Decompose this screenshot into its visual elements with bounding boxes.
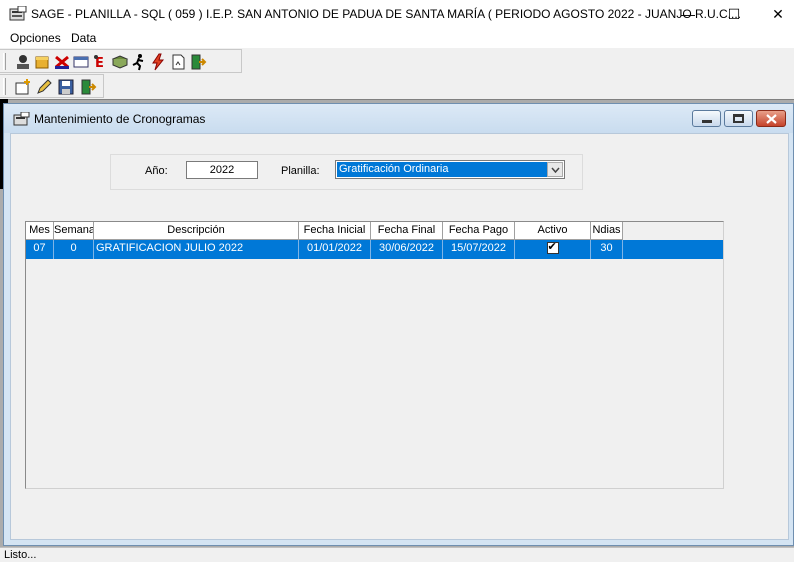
menu-bar: Opciones Data [0, 28, 794, 48]
cell-ndias[interactable]: 30 [591, 240, 623, 259]
menu-data[interactable]: Data [71, 31, 96, 45]
row-filler [623, 240, 723, 259]
menu-opciones[interactable]: Opciones [10, 31, 61, 45]
child-window-title: Mantenimiento de Cronogramas [34, 112, 206, 126]
user-search-icon[interactable] [14, 53, 32, 71]
column-header-fecha-final[interactable]: Fecha Final [371, 222, 443, 240]
maximize-button[interactable]: ☐ [711, 0, 757, 28]
child-window-icon [13, 112, 30, 126]
edit-pencil-icon[interactable] [35, 78, 53, 96]
title-bar: SAGE - PLANILLA - SQL ( 059 ) I.E.P. SAN… [0, 0, 794, 28]
document-icon[interactable] [169, 53, 187, 71]
delete-icon[interactable] [53, 53, 71, 71]
exit-door-icon[interactable] [79, 78, 97, 96]
column-header-fecha-pago[interactable]: Fecha Pago [443, 222, 515, 240]
save-icon[interactable] [57, 78, 75, 96]
column-header-ndias[interactable]: Ndias [591, 222, 623, 240]
cell-activo[interactable]: ✔ [515, 240, 591, 259]
cell-fecha-final[interactable]: 30/06/2022 [371, 240, 443, 259]
book-icon[interactable] [111, 53, 129, 71]
child-title-bar[interactable]: Mantenimiento de Cronogramas [4, 104, 793, 133]
child-restore-button[interactable] [724, 110, 753, 127]
toolbar-grip[interactable] [3, 53, 6, 70]
cell-fecha-pago[interactable]: 15/07/2022 [443, 240, 515, 259]
child-minimize-button[interactable] [692, 110, 721, 127]
edit-toolbar [0, 74, 104, 98]
child-client-area: Año: 2022 Planilla: Gratificación Ordina… [10, 133, 789, 540]
lightning-icon[interactable] [149, 53, 167, 71]
cell-fecha-inicial[interactable]: 01/01/2022 [299, 240, 371, 259]
toolbar-grip[interactable] [3, 78, 6, 95]
child-close-button[interactable] [756, 110, 786, 127]
year-input[interactable]: 2022 [186, 161, 258, 179]
activo-checkbox[interactable]: ✔ [546, 241, 559, 254]
form-icon[interactable] [72, 53, 90, 71]
column-header-fecha-inicial[interactable]: Fecha Inicial [299, 222, 371, 240]
year-label: Año: [145, 165, 168, 177]
column-header-semana[interactable]: Semana [54, 222, 94, 240]
exit-person-icon[interactable]: E [92, 53, 110, 71]
exit-door-icon[interactable] [189, 53, 207, 71]
chevron-down-icon [551, 167, 560, 173]
cell-semana[interactable]: 0 [54, 240, 94, 259]
status-bar: Listo... [0, 547, 794, 562]
main-toolbar: E [0, 49, 242, 73]
checkmark-icon: ✔ [547, 241, 557, 253]
planilla-select[interactable]: Gratificación Ordinaria [335, 160, 565, 179]
column-header-activo[interactable]: Activo [515, 222, 591, 240]
column-header-descripcion[interactable]: Descripción [94, 222, 299, 240]
app-icon [9, 6, 27, 21]
close-button[interactable]: ✕ [755, 0, 794, 28]
cronograma-grid[interactable]: Mes Semana Descripción Fecha Inicial Fec… [25, 221, 724, 489]
grid-header: Mes Semana Descripción Fecha Inicial Fec… [26, 222, 623, 240]
new-record-icon[interactable] [14, 78, 32, 96]
filter-panel: Año: 2022 Planilla: Gratificación Ordina… [110, 154, 583, 190]
minimize-button[interactable]: — [665, 0, 711, 28]
dropdown-button[interactable] [547, 162, 563, 177]
status-text: Listo... [4, 549, 37, 561]
column-header-mes[interactable]: Mes [26, 222, 54, 240]
table-row[interactable]: 07 0 GRATIFICACION JULIO 2022 01/01/2022… [26, 240, 723, 259]
runner-icon[interactable] [130, 53, 148, 71]
cronogramas-window: Mantenimiento de Cronogramas Año: 2022 P… [3, 103, 794, 546]
cell-mes[interactable]: 07 [26, 240, 54, 259]
window-title: SAGE - PLANILLA - SQL ( 059 ) I.E.P. SAN… [31, 7, 741, 21]
package-icon[interactable] [33, 53, 51, 71]
planilla-selected-value: Gratificación Ordinaria [337, 162, 547, 177]
planilla-label: Planilla: [281, 165, 320, 177]
cell-descripcion[interactable]: GRATIFICACION JULIO 2022 [94, 240, 299, 259]
